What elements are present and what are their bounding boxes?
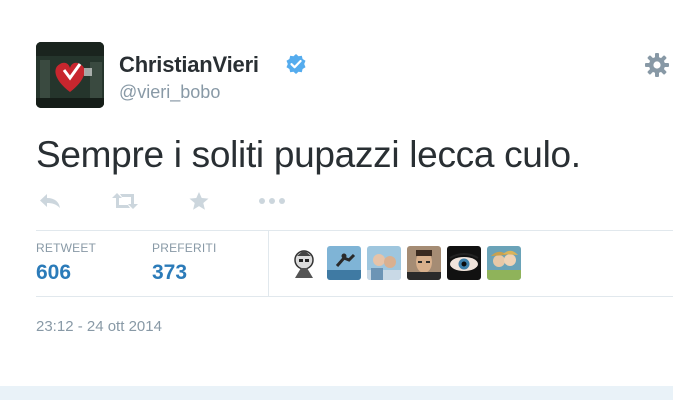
verified-badge-icon [285, 53, 307, 75]
reply-area-bar [0, 386, 673, 400]
retweets-count[interactable]: 606 [36, 261, 71, 285]
avatar[interactable] [447, 246, 481, 280]
author-name[interactable]: ChristianVieri [119, 52, 259, 78]
favorites-count[interactable]: 373 [152, 261, 187, 285]
avatar[interactable] [327, 246, 361, 280]
divider [36, 230, 673, 231]
avatar[interactable] [487, 246, 521, 280]
favorites-label: PREFERITI [152, 241, 217, 255]
reply-icon[interactable] [38, 188, 62, 214]
gear-icon[interactable] [644, 52, 670, 78]
star-icon[interactable] [188, 188, 210, 214]
avatar[interactable] [36, 42, 104, 108]
more-dots-icon[interactable] [258, 188, 286, 214]
retweet-icon[interactable] [111, 188, 139, 214]
tweet-actions [0, 188, 673, 214]
avatar[interactable] [287, 246, 321, 280]
avatar[interactable] [407, 246, 441, 280]
retweets-label: RETWEET [36, 241, 97, 255]
tweet-timestamp[interactable]: 23:12 - 24 ott 2014 [36, 318, 162, 335]
divider [36, 296, 673, 297]
author-handle[interactable]: @vieri_bobo [119, 82, 220, 103]
favoriters-avatars [287, 246, 521, 280]
avatar[interactable] [367, 246, 401, 280]
tweet-text: Sempre i soliti pupazzi lecca culo. [36, 134, 581, 175]
vertical-divider [268, 230, 269, 296]
